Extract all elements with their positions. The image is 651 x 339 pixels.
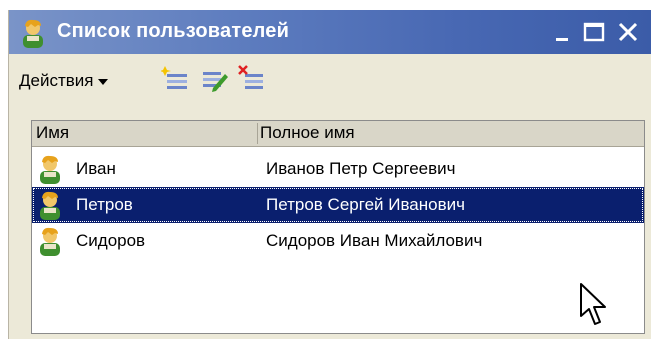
close-icon[interactable] xyxy=(615,18,641,46)
list-row-selected[interactable]: Петров Петров Сергей Иванович xyxy=(32,187,644,223)
user-name: Петров xyxy=(76,195,133,214)
user-icon xyxy=(23,19,43,48)
actions-menu-button[interactable]: Действия xyxy=(19,68,109,94)
column-header-full-name[interactable]: Полное имя xyxy=(260,123,355,145)
edit-user-icon[interactable] xyxy=(199,64,229,94)
user-name: Сидоров xyxy=(76,231,146,250)
user-full-name: Иванов Петр Сергеевич xyxy=(266,159,456,178)
users-list-window: Список пользователей Действия Имя Полное… xyxy=(8,10,651,339)
window-title: Список пользователей xyxy=(57,20,290,42)
maximize-icon[interactable] xyxy=(581,18,607,46)
user-name: Иван xyxy=(76,159,116,178)
user-icon xyxy=(40,227,60,256)
users-list[interactable]: Имя Полное имя Иван Иванов Петр Сергееви… xyxy=(31,120,645,334)
user-full-name: Сидоров Иван Михайлович xyxy=(266,231,483,250)
user-icon xyxy=(40,155,60,184)
add-user-icon[interactable] xyxy=(161,64,191,94)
toolbar: Действия xyxy=(9,54,651,110)
column-divider[interactable] xyxy=(257,123,258,144)
minimize-icon[interactable] xyxy=(551,18,577,46)
column-header-name[interactable]: Имя xyxy=(36,123,69,145)
actions-menu-label: Действия xyxy=(19,71,94,90)
dropdown-arrow-icon xyxy=(98,79,109,85)
list-header: Имя Полное имя xyxy=(32,121,644,147)
list-row[interactable]: Иван Иванов Петр Сергеевич xyxy=(32,151,644,187)
user-full-name: Петров Сергей Иванович xyxy=(266,195,465,214)
mouse-cursor-icon xyxy=(580,283,606,325)
delete-user-icon[interactable] xyxy=(237,64,267,94)
list-row[interactable]: Сидоров Сидоров Иван Михайлович xyxy=(32,223,644,259)
title-bar[interactable]: Список пользователей xyxy=(9,10,651,54)
user-icon xyxy=(40,191,60,220)
